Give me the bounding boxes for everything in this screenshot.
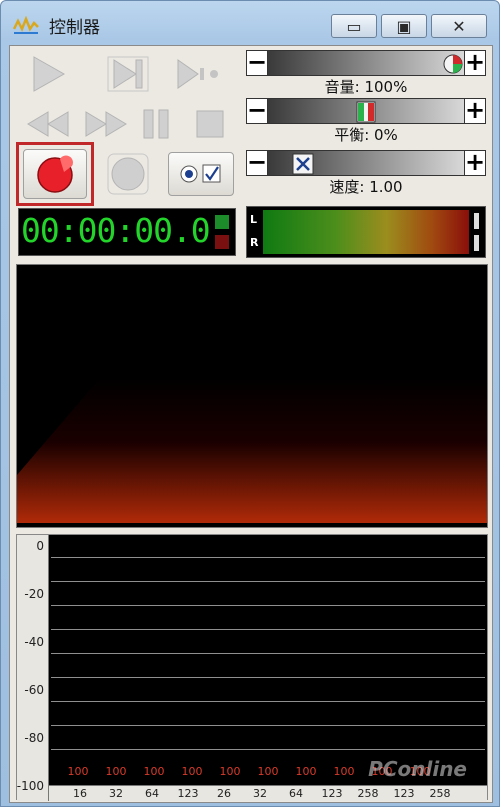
watermark: PConline	[368, 757, 467, 781]
record-alt-icon	[107, 153, 149, 195]
level-bar	[263, 210, 469, 254]
volume-slider[interactable]: − +	[246, 50, 486, 76]
stop-button[interactable]	[182, 100, 238, 148]
volume-decrease-button[interactable]: −	[246, 50, 268, 76]
volume-thumb[interactable]	[442, 53, 464, 75]
balance-increase-button[interactable]: +	[464, 98, 486, 124]
eq-band-value[interactable]: 100	[327, 765, 361, 778]
peak-indicator-right	[474, 235, 479, 251]
level-left-label: L	[250, 213, 258, 226]
balance-thumb[interactable]	[355, 101, 377, 123]
eq-band-freq: 258	[357, 787, 379, 800]
peak-indicator-left	[474, 213, 479, 229]
play-icon	[33, 56, 66, 92]
eq-gridline	[51, 629, 485, 630]
window-title: 控制器	[49, 18, 100, 38]
level-meter: L R	[246, 206, 486, 258]
eq-band-value[interactable]: 100	[137, 765, 171, 778]
spectrum-display	[16, 264, 488, 528]
fast-forward-button[interactable]	[78, 100, 134, 148]
speed-label: 速度: 1.00	[329, 178, 403, 196]
controller-window: 控制器 ▭ ▣ ✕ − + 音量: 100% − + 平衡: 0% − + 速度…	[0, 0, 500, 807]
eq-y-label: -60	[24, 683, 44, 697]
eq-band-freq: 123	[393, 787, 415, 800]
eq-band-freq: 64	[289, 787, 303, 800]
balance-decrease-button[interactable]: −	[246, 98, 268, 124]
rewind-button[interactable]	[20, 100, 76, 148]
volume-track[interactable]	[268, 50, 464, 76]
record-icon	[37, 155, 73, 193]
eq-band-freq: 16	[73, 787, 87, 800]
minimize-button[interactable]: ▭	[331, 14, 377, 38]
eq-gridline	[51, 581, 485, 582]
level-right-label: R	[250, 236, 259, 249]
eq-band-freq: 32	[109, 787, 123, 800]
eq-band-freq: 258	[429, 787, 451, 800]
record-alt-button[interactable]	[100, 150, 156, 198]
balance-slider[interactable]: − +	[246, 98, 486, 124]
speed-decrease-button[interactable]: −	[246, 150, 268, 176]
eq-gridline	[51, 557, 485, 558]
eq-gridline	[51, 677, 485, 678]
status-led-green	[215, 215, 229, 229]
record-button-highlight[interactable]	[16, 142, 94, 206]
eq-gridline	[51, 725, 485, 726]
app-icon	[13, 15, 39, 34]
fast-forward-icon	[85, 111, 127, 137]
spectrum-graph	[17, 377, 487, 523]
equalizer-panel: 0 -20 -40 -60 -80 -100 100 100 100 100 1…	[16, 534, 488, 801]
eq-y-label: -100	[16, 779, 44, 793]
eq-gridline	[51, 749, 485, 750]
eq-band-freq: 26	[217, 787, 231, 800]
status-led-red	[215, 235, 229, 249]
eq-y-axis: 0 -20 -40 -60 -80 -100	[17, 535, 49, 801]
eq-gridline	[51, 605, 485, 606]
speed-track[interactable]	[268, 150, 464, 176]
skip-next-icon	[107, 56, 149, 92]
balance-track[interactable]	[268, 98, 464, 124]
pause-button[interactable]	[128, 100, 184, 148]
close-button[interactable]: ✕	[431, 14, 487, 38]
eq-band-freq: 32	[253, 787, 267, 800]
eq-band-value[interactable]: 100	[289, 765, 323, 778]
time-display: 00:00:00.0	[18, 208, 236, 256]
eq-y-label: -80	[24, 731, 44, 745]
skip-next-button[interactable]	[100, 50, 156, 98]
time-readout: 00:00:00.0	[21, 211, 211, 250]
eq-frequency-axis: 16 32 64 123 26 32 64 123 258 123 258	[49, 785, 487, 801]
volume-increase-button[interactable]: +	[464, 50, 486, 76]
step-button[interactable]	[170, 50, 226, 98]
eq-band-freq: 64	[145, 787, 159, 800]
speed-slider[interactable]: − +	[246, 150, 486, 176]
stop-icon	[196, 110, 224, 138]
eq-gridline	[51, 653, 485, 654]
eq-band-value[interactable]: 100	[61, 765, 95, 778]
eq-band-value[interactable]: 100	[99, 765, 133, 778]
options-icon	[180, 164, 221, 183]
eq-band-value[interactable]: 100	[213, 765, 247, 778]
eq-band-value[interactable]: 100	[175, 765, 209, 778]
client-area: − + 音量: 100% − + 平衡: 0% − + 速度: 1.00 00:…	[9, 45, 493, 803]
play-button[interactable]	[20, 50, 76, 98]
eq-y-label: -20	[24, 587, 44, 601]
balance-label: 平衡: 0%	[334, 126, 398, 144]
options-button[interactable]	[168, 152, 234, 196]
step-icon	[177, 59, 218, 89]
speed-increase-button[interactable]: +	[464, 150, 486, 176]
title-bar[interactable]: 控制器 ▭ ▣ ✕	[1, 1, 499, 47]
pause-icon	[143, 109, 169, 139]
eq-band-freq: 123	[177, 787, 199, 800]
eq-band-freq: 123	[321, 787, 343, 800]
maximize-button[interactable]: ▣	[381, 14, 427, 38]
speed-thumb[interactable]	[292, 153, 314, 175]
eq-y-label: 0	[36, 539, 44, 553]
volume-label: 音量: 100%	[324, 78, 408, 96]
rewind-icon	[27, 111, 69, 137]
eq-gridline	[51, 701, 485, 702]
eq-y-label: -40	[24, 635, 44, 649]
eq-band-value[interactable]: 100	[251, 765, 285, 778]
record-button[interactable]	[23, 149, 87, 199]
